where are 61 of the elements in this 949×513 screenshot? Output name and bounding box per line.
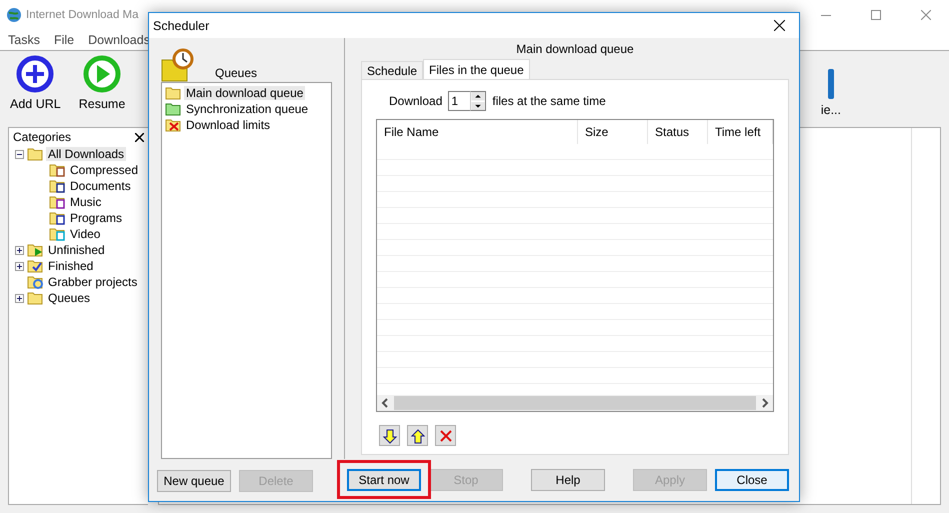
category-item[interactable]: Queues	[46, 291, 92, 305]
category-item[interactable]: Music	[68, 195, 104, 209]
category-item[interactable]: Documents	[68, 179, 133, 193]
minimize-icon[interactable]	[821, 14, 831, 16]
folder-icon	[49, 178, 65, 194]
folder-icon	[27, 242, 43, 258]
panel-title: Categories	[13, 130, 72, 144]
tab[interactable]: Files in the queue	[423, 59, 530, 79]
category-item[interactable]: Finished	[46, 259, 96, 273]
folder-icon	[27, 290, 43, 306]
files-label: files at the same time	[492, 94, 606, 108]
queue-item[interactable]: Download limits	[184, 118, 272, 132]
download-label: Download	[389, 94, 442, 108]
dialog-button[interactable]: Help	[531, 469, 605, 491]
plus-circle-icon	[16, 55, 54, 93]
queues-label: Queues	[215, 66, 258, 82]
category-item[interactable]: Compressed	[68, 163, 140, 177]
menu-item[interactable]: Tasks	[8, 33, 40, 47]
play-circle-icon	[83, 55, 121, 93]
folder-icon	[165, 101, 181, 117]
folder-icon	[165, 117, 181, 133]
folder-icon	[49, 162, 65, 178]
menu-item[interactable]: File	[54, 33, 74, 47]
folder-icon	[49, 210, 65, 226]
queue-title: Main download queue	[515, 42, 635, 56]
folder-icon	[27, 146, 43, 162]
folder-icon	[49, 194, 65, 210]
plus-box-icon[interactable]	[15, 246, 24, 254]
category-item[interactable]: All Downloads	[46, 147, 126, 161]
toolbar-button[interactable]: Add URL	[10, 55, 61, 125]
category-item[interactable]: Unfinished	[46, 243, 107, 257]
close-icon[interactable]	[774, 20, 785, 31]
queue-item[interactable]: Main download queue	[184, 86, 306, 100]
window-title: Internet Download Ma	[26, 9, 140, 21]
close-icon[interactable]	[135, 132, 144, 142]
minus-box-icon[interactable]	[15, 150, 24, 158]
plus-box-icon[interactable]	[15, 294, 24, 302]
folder-icon	[165, 85, 181, 101]
dialog-button[interactable]: Close	[715, 469, 789, 491]
category-item[interactable]: Programs	[68, 211, 124, 225]
queue-item[interactable]: Synchronization queue	[184, 102, 310, 116]
dialog-title: Scheduler	[153, 18, 210, 32]
dialog-button[interactable]: New queue	[157, 470, 231, 492]
maximize-icon[interactable]	[871, 10, 881, 20]
tab[interactable]: Schedule	[361, 61, 424, 79]
toolbar-tile-icon	[828, 69, 834, 99]
number-field[interactable]: 1	[448, 91, 470, 111]
folder-icon	[49, 226, 65, 242]
folder-icon	[27, 258, 43, 274]
folder-icon	[27, 274, 43, 290]
spin-down-icon[interactable]	[471, 102, 486, 110]
category-item[interactable]: Grabber projects	[46, 275, 140, 289]
globe-icon	[6, 7, 22, 23]
delete-icon[interactable]	[435, 425, 456, 446]
spin-up-icon[interactable]	[471, 92, 486, 100]
dialog-button[interactable]: Start now	[347, 469, 421, 491]
toolbar-button[interactable]: ie...	[820, 55, 841, 125]
category-item[interactable]: Video	[68, 227, 102, 241]
menu-item[interactable]: Downloads	[88, 33, 150, 47]
plus-box-icon[interactable]	[15, 262, 24, 270]
toolbar-button[interactable]: Resume	[78, 55, 126, 125]
